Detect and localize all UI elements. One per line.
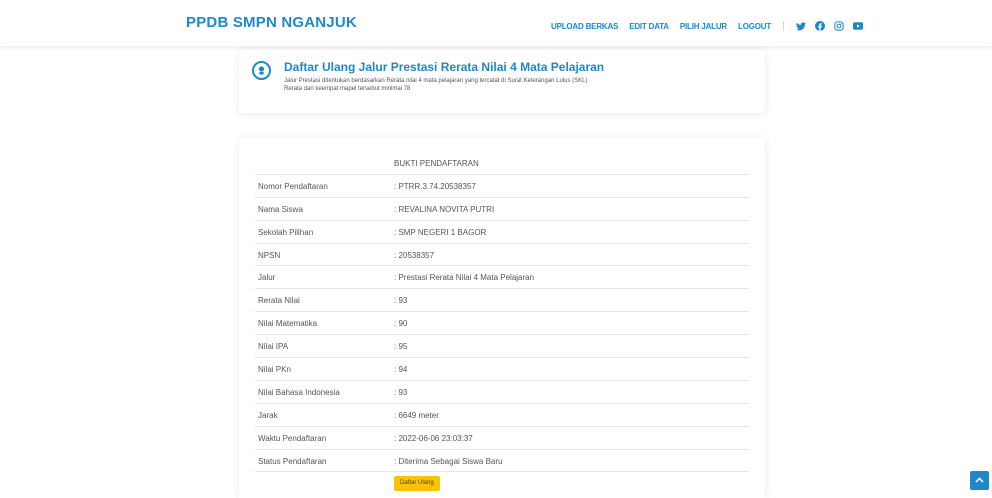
table-row: Nilai Bahasa Indonesia : 93 (255, 381, 749, 404)
nav-divider (783, 21, 785, 31)
row-value: : 2022-06-06 23:03:37 (394, 433, 473, 443)
top-navbar: PPDB SMPN NGANJUK UPLOAD BERKAS EDIT DAT… (0, 0, 992, 46)
nav-upload-berkas[interactable]: UPLOAD BERKAS (551, 22, 618, 31)
info-card: Daftar Ulang Jalur Prestasi Rerata Nilai… (239, 50, 765, 113)
row-label: Sekolah Pilihan (258, 227, 314, 237)
twitter-icon[interactable] (796, 21, 807, 31)
row-value: : PTRR.3.74.20538357 (394, 181, 476, 191)
row-label: Nilai Bahasa Indonesia (258, 387, 340, 397)
info-description-2: Rerata dari keempat mapel tersebut minim… (284, 86, 411, 92)
row-value: : 20538357 (394, 250, 435, 260)
youtube-icon[interactable] (853, 22, 864, 30)
registration-table: BUKTI PENDAFTARAN Nomor Pendaftaran : PTR… (255, 152, 749, 494)
table-row: Nilai PKn : 94 (255, 358, 749, 381)
row-value: : 95 (394, 342, 408, 352)
info-badge-icon (252, 61, 271, 80)
nav-logout[interactable]: LOGOUT (738, 22, 771, 31)
row-label: Nilai PKn (258, 365, 291, 375)
nav-edit-data[interactable]: EDIT DATA (629, 22, 669, 31)
row-label: Rerata Nilai (258, 296, 300, 306)
row-value: : Prestasi Rerata Nilai 4 Mata Pelajaran (394, 273, 535, 283)
chevron-up-icon (975, 477, 984, 483)
action-row: Daftar Ulang (255, 472, 749, 494)
nav-pilih-jalur[interactable]: PILIH JALUR (680, 22, 727, 31)
row-label: Status Pendaftaran (258, 456, 327, 466)
table-row: Waktu Pendaftaran : 2022-06-06 23:03:37 (255, 427, 749, 450)
table-row: NPSN : 20538357 (255, 244, 749, 267)
row-label: Jarak (258, 410, 278, 420)
info-description-1: Jalur Prestasi ditentukan berdasarkan Re… (284, 78, 588, 84)
row-label: Waktu Pendaftaran (258, 433, 327, 443)
facebook-icon[interactable] (815, 21, 826, 31)
table-row: Nilai Matematika : 90 (255, 312, 749, 336)
table-header-row: BUKTI PENDAFTARAN (255, 152, 749, 175)
row-value: : Diterima Sebagai Siswa Baru (394, 456, 503, 466)
row-label: NPSN (258, 250, 281, 260)
row-value: : 93 (394, 387, 408, 397)
table-row: Jalur : Prestasi Rerata Nilai 4 Mata Pela… (255, 266, 749, 290)
table-row: Rerata Nilai : 93 (255, 289, 749, 313)
scroll-to-top-button[interactable] (970, 471, 989, 490)
table-row: Nomor Pendaftaran : PTRR.3.74.20538357 (255, 175, 749, 198)
table-row: Sekolah Pilihan : SMP NEGERI 1 BAGOR (255, 221, 749, 244)
info-title: Daftar Ulang Jalur Prestasi Rerata Nilai… (284, 60, 605, 74)
row-label: Nilai Matematika (258, 319, 318, 329)
row-label: Jalur (258, 273, 276, 283)
daftar-ulang-button[interactable]: Daftar Ulang (394, 476, 440, 492)
row-value: : SMP NEGERI 1 BAGOR (394, 227, 487, 237)
brand-logo-text[interactable]: PPDB SMPN NGANJUK (186, 14, 357, 31)
table-heading: BUKTI PENDAFTARAN (394, 159, 479, 168)
table-row: Nama Siswa : REVALINA NOVITA PUTRI (255, 198, 749, 221)
instagram-icon[interactable] (834, 21, 844, 31)
table-row: Status Pendaftaran : Diterima Sebagai Sis… (255, 450, 749, 473)
table-row: Jarak : 6649 meter (255, 404, 749, 427)
table-row: Nilai IPA : 95 (255, 335, 749, 359)
row-label: Nilai IPA (258, 342, 289, 352)
row-label: Nomor Pendaftaran (258, 181, 328, 191)
row-value: : 90 (394, 319, 408, 329)
row-value: : REVALINA NOVITA PUTRI (394, 204, 495, 214)
main-nav: UPLOAD BERKAS EDIT DATA PILIH JALUR LOGO… (551, 19, 872, 33)
registration-proof-card: BUKTI PENDAFTARAN Nomor Pendaftaran : PTR… (239, 138, 765, 498)
row-value: : 93 (394, 296, 408, 306)
row-value: : 6649 meter (394, 410, 439, 420)
row-label: Nama Siswa (258, 204, 303, 214)
row-value: : 94 (394, 365, 408, 375)
